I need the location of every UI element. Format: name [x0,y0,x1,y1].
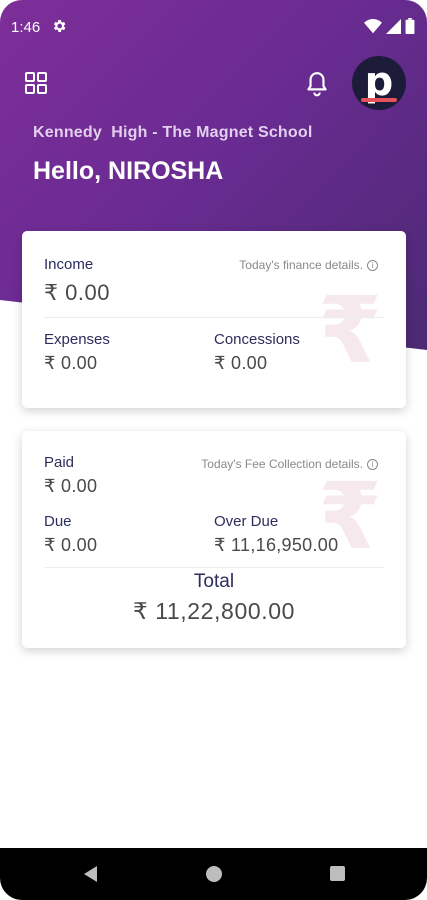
card-divider [44,317,384,318]
finance-summary-card[interactable]: ₹ Income Today's finance details. i ₹ 0.… [22,231,406,408]
back-icon[interactable] [82,865,98,883]
cellular-signal-icon [386,18,401,34]
system-navigation-bar [0,848,427,900]
settings-gear-icon [53,20,66,32]
status-time: 1:46 [11,19,41,36]
income-label: Income [44,256,94,273]
income-value: ₹ 0.00 [44,280,110,305]
school-name: Kennedy High - The Magnet School [33,124,313,141]
notification-bell-icon[interactable] [304,70,330,98]
concessions-value: ₹ 0.00 [214,353,268,373]
home-icon[interactable] [206,866,222,882]
status-bar: 1:46 [0,0,427,52]
paid-label: Paid [44,454,75,471]
avatar-accent-bar [361,98,397,102]
over-due-value: ₹ 11,16,950.00 [214,535,339,555]
total-value: ₹ 11,22,800.00 [132,598,295,624]
fee-hint: Today's Fee Collection details. i [201,457,378,471]
due-label: Due [44,513,72,530]
finance-hint: Today's finance details. i [239,258,378,272]
greeting-title: Hello, NIROSHA [33,157,224,185]
concessions-label: Concessions [214,331,300,348]
info-icon[interactable]: i [367,458,378,470]
fee-hint-text: Today's Fee Collection details. [201,457,363,471]
recent-apps-icon[interactable] [330,866,345,881]
status-indicators [364,18,415,34]
total-label: Total [193,571,235,592]
fee-collection-card[interactable]: ₹ Paid Today's Fee Collection details. i… [22,431,406,648]
finance-hint-text: Today's finance details. [239,258,363,272]
battery-icon [405,18,415,34]
wifi-icon [364,18,382,33]
due-value: ₹ 0.00 [44,535,98,555]
expenses-value: ₹ 0.00 [44,353,98,373]
paid-value: ₹ 0.00 [44,476,98,496]
over-due-label: Over Due [214,513,279,530]
expenses-label: Expenses [44,331,110,348]
grid-menu-icon[interactable] [24,71,48,95]
info-icon[interactable]: i [367,259,378,271]
app-screen: 1:46 p Kennedy High - The Magnet School … [0,0,427,900]
rupee-watermark-icon: ₹ [318,277,383,384]
profile-avatar[interactable]: p [352,56,406,110]
card-divider [44,567,384,568]
